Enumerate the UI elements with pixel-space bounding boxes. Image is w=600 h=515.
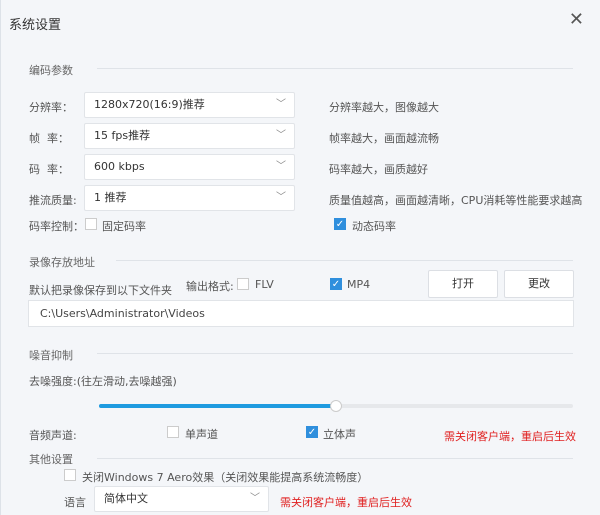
bitrate-label: 码 率： bbox=[29, 163, 69, 176]
flv-checkbox[interactable] bbox=[237, 278, 249, 290]
divider bbox=[97, 353, 573, 354]
language-value: 简体中文 bbox=[104, 492, 148, 505]
path-input[interactable]: C:\Users\Administrator\Videos bbox=[28, 300, 574, 327]
format-label: 输出格式: bbox=[186, 280, 234, 293]
section-encoding: 编码参数 bbox=[29, 64, 73, 77]
fixed-rate-checkbox[interactable] bbox=[85, 218, 97, 230]
divider bbox=[97, 458, 573, 459]
mono-label: 单声道 bbox=[185, 428, 218, 441]
slider-thumb[interactable] bbox=[330, 400, 342, 412]
flv-label: FLV bbox=[255, 278, 274, 291]
rate-control-label: 码率控制： bbox=[29, 220, 84, 233]
section-recording: 录像存放地址 bbox=[29, 256, 95, 269]
slider-fill bbox=[99, 404, 336, 408]
framerate-label: 帧 率： bbox=[29, 132, 69, 145]
stereo-checkbox[interactable]: ✓ bbox=[306, 426, 318, 438]
language-restart-note: 需关闭客户端，重启后生效 bbox=[280, 496, 412, 509]
chevron-down-icon: ﹀ bbox=[276, 161, 286, 172]
resolution-value: 1280x720(16:9)推荐 bbox=[94, 98, 205, 111]
aero-checkbox[interactable] bbox=[64, 469, 76, 481]
close-icon[interactable]: ✕ bbox=[569, 9, 584, 30]
quality-value: 1 推荐 bbox=[94, 191, 127, 204]
stereo-label: 立体声 bbox=[323, 428, 356, 441]
chevron-down-icon: ﹀ bbox=[250, 493, 260, 504]
audio-restart-note: 需关闭客户端，重启后生效 bbox=[444, 430, 576, 443]
mp4-label: MP4 bbox=[347, 278, 371, 291]
section-other: 其他设置 bbox=[29, 453, 73, 466]
framerate-select[interactable]: 15 fps推荐 ﹀ bbox=[84, 123, 295, 149]
dialog-title: 系统设置 bbox=[9, 18, 62, 33]
noise-slider[interactable] bbox=[99, 400, 573, 412]
mp4-checkbox[interactable]: ✓ bbox=[330, 278, 342, 290]
chevron-down-icon: ﹀ bbox=[276, 130, 286, 141]
chevron-down-icon: ﹀ bbox=[276, 192, 286, 203]
bitrate-value: 600 kbps bbox=[94, 160, 145, 173]
fixed-rate-label: 固定码率 bbox=[102, 220, 146, 233]
quality-select[interactable]: 1 推荐 ﹀ bbox=[84, 185, 295, 211]
open-button[interactable]: 打开 bbox=[428, 270, 498, 298]
quality-label: 推流质量: bbox=[29, 194, 77, 207]
noise-label: 去噪强度:(往左滑动,去噪越强) bbox=[29, 375, 177, 388]
dynamic-rate-label: 动态码率 bbox=[352, 220, 396, 233]
dynamic-rate-checkbox[interactable]: ✓ bbox=[334, 218, 346, 230]
resolution-hint: 分辨率越大，图像越大 bbox=[329, 101, 439, 114]
bitrate-hint: 码率越大，画质越好 bbox=[329, 163, 428, 176]
language-label: 语言 bbox=[64, 496, 86, 509]
bitrate-select[interactable]: 600 kbps ﹀ bbox=[84, 154, 295, 180]
audio-label: 音频声道: bbox=[29, 429, 77, 442]
recording-desc: 默认把录像保存到以下文件夹 bbox=[29, 284, 172, 297]
divider bbox=[97, 68, 573, 69]
language-select[interactable]: 简体中文 ﹀ bbox=[94, 486, 269, 512]
aero-label: 关闭Windows 7 Aero效果（关闭效果能提高系统流畅度） bbox=[82, 471, 369, 484]
chevron-down-icon: ﹀ bbox=[276, 99, 286, 110]
divider bbox=[116, 260, 573, 261]
section-noise: 噪音抑制 bbox=[29, 349, 73, 362]
framerate-value: 15 fps推荐 bbox=[94, 129, 151, 142]
resolution-label: 分辨率： bbox=[29, 101, 73, 114]
mono-checkbox[interactable] bbox=[167, 426, 179, 438]
change-button[interactable]: 更改 bbox=[504, 270, 574, 298]
quality-hint: 质量值越高，画面越清晰，CPU消耗等性能要求越高 bbox=[329, 194, 583, 207]
resolution-select[interactable]: 1280x720(16:9)推荐 ﹀ bbox=[84, 92, 295, 118]
framerate-hint: 帧率越大，画面越流畅 bbox=[329, 132, 439, 145]
